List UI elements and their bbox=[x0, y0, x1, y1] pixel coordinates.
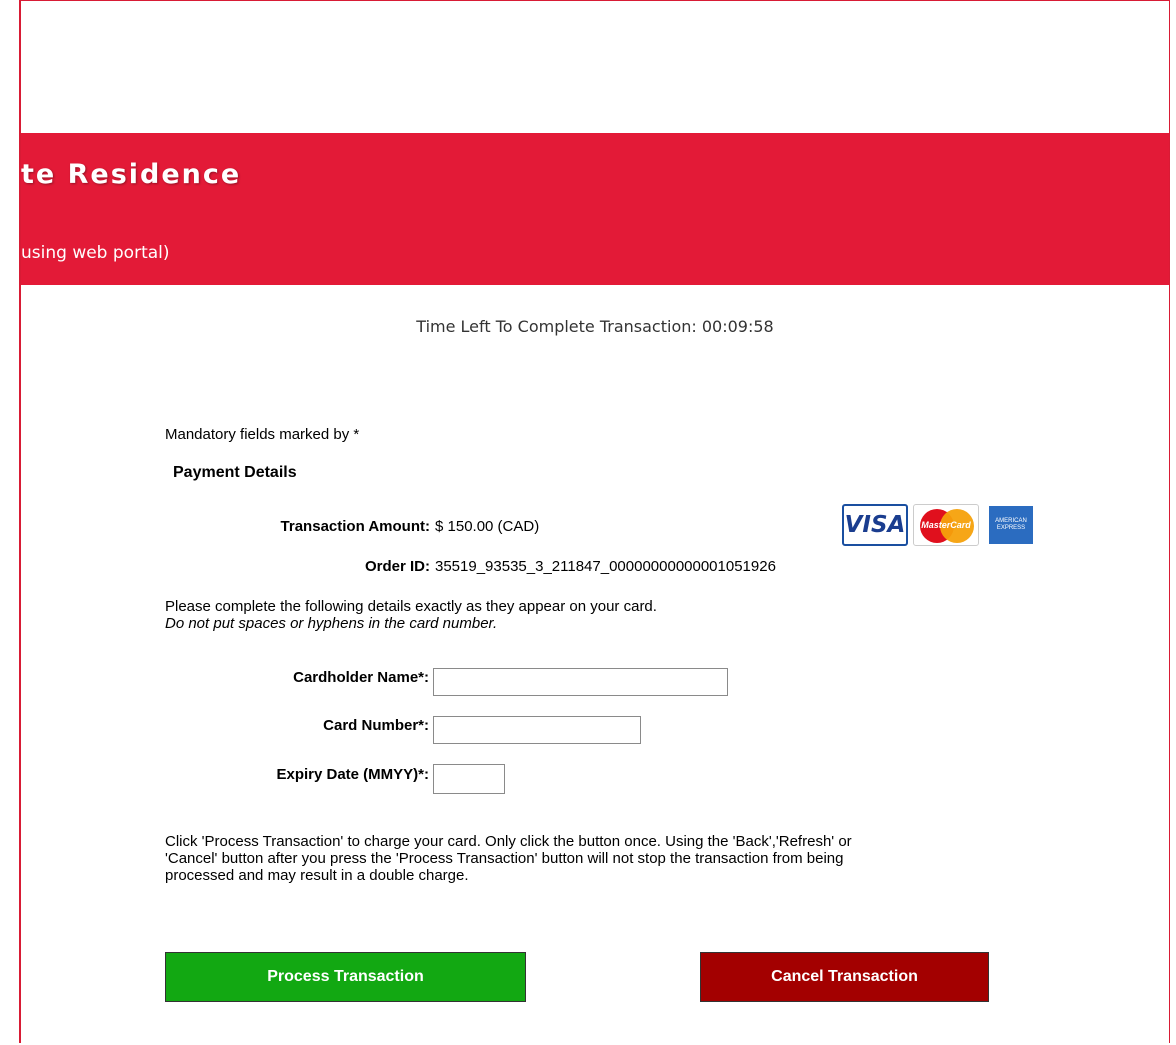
process-transaction-button[interactable]: Process Transaction bbox=[165, 952, 526, 1002]
amex-logo: AMERICAN EXPRESS bbox=[989, 506, 1033, 544]
timer-value: 00:09:58 bbox=[701, 317, 774, 336]
timer-label: Time Left To Complete Transaction: bbox=[416, 317, 697, 336]
payment-details-heading: Payment Details bbox=[173, 464, 297, 481]
order-id-value: 35519_93535_3_211847_0000000000000105192… bbox=[435, 558, 776, 575]
cardholder-name-label: Cardholder Name*: bbox=[293, 669, 429, 686]
transaction-timer: Time Left To Complete Transaction: 00:09… bbox=[21, 317, 1169, 336]
order-id-label: Order ID: bbox=[364, 558, 430, 575]
expiry-date-input[interactable] bbox=[433, 764, 505, 794]
card-number-input[interactable] bbox=[433, 716, 641, 744]
site-title: te Residence bbox=[21, 159, 242, 190]
mandatory-note: Mandatory fields marked by * bbox=[165, 426, 360, 443]
amount-value: $ 150.00 (CAD) bbox=[435, 518, 540, 535]
expiry-date-label: Expiry Date (MMYY)*: bbox=[276, 766, 429, 783]
instructions-note: Do not put spaces or hyphens in the card… bbox=[165, 615, 498, 632]
site-subtitle: using web portal) bbox=[21, 243, 170, 263]
instructions-text: Please complete the following details ex… bbox=[165, 598, 657, 615]
cardholder-name-input[interactable] bbox=[433, 668, 728, 696]
header-banner: te Residence using web portal) bbox=[21, 133, 1169, 285]
cancel-transaction-button[interactable]: Cancel Transaction bbox=[700, 952, 989, 1002]
amount-label: Transaction Amount: bbox=[280, 518, 430, 535]
page-frame: te Residence using web portal) Time Left… bbox=[19, 0, 1170, 1043]
warning-line-3: processed and may result in a double cha… bbox=[165, 867, 469, 884]
visa-logo: VISA bbox=[842, 504, 908, 546]
warning-line-2: 'Cancel' button after you press the 'Pro… bbox=[165, 850, 844, 867]
warning-line-1: Click 'Process Transaction' to charge yo… bbox=[165, 833, 852, 850]
mastercard-logo: MasterCard bbox=[913, 504, 979, 546]
card-number-label: Card Number*: bbox=[323, 717, 429, 734]
